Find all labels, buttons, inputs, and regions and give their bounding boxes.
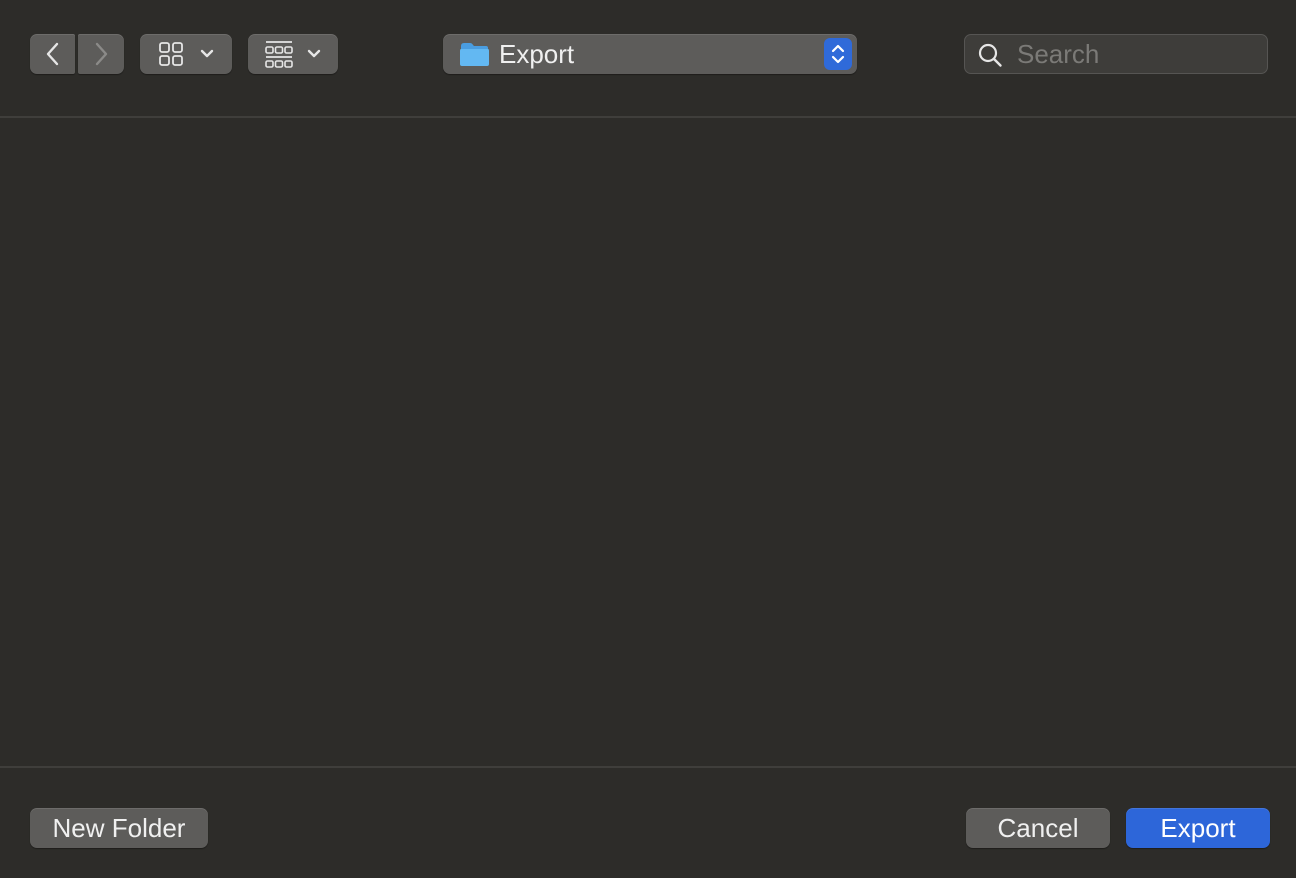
- group-view-button[interactable]: [248, 34, 338, 74]
- chevron-right-icon: [95, 42, 108, 66]
- chevron-down-icon: [307, 49, 321, 58]
- location-popup-button[interactable]: Export: [443, 34, 857, 74]
- chevron-left-icon: [46, 42, 58, 66]
- file-browser-area[interactable]: [0, 118, 1296, 766]
- group-grid-icon: [265, 41, 293, 68]
- cancel-button[interactable]: Cancel: [966, 808, 1110, 848]
- location-label: Export: [499, 39, 575, 69]
- search-input[interactable]: [1017, 39, 1257, 69]
- chevron-down-icon: [200, 49, 214, 58]
- icon-view-button[interactable]: [140, 34, 232, 74]
- save-dialog: Export New Folder Cancel Export: [0, 0, 1296, 878]
- search-field[interactable]: [964, 34, 1268, 74]
- bottom-divider: [0, 766, 1296, 768]
- toolbar: Export: [0, 0, 1296, 116]
- folder-icon: [460, 43, 489, 66]
- forward-button[interactable]: [78, 34, 124, 74]
- up-down-chevrons-icon: [824, 38, 852, 70]
- icon-grid-icon: [159, 42, 183, 66]
- new-folder-button[interactable]: New Folder: [30, 808, 208, 848]
- search-icon: [978, 43, 1002, 67]
- export-button[interactable]: Export: [1126, 808, 1270, 848]
- back-button[interactable]: [30, 34, 75, 74]
